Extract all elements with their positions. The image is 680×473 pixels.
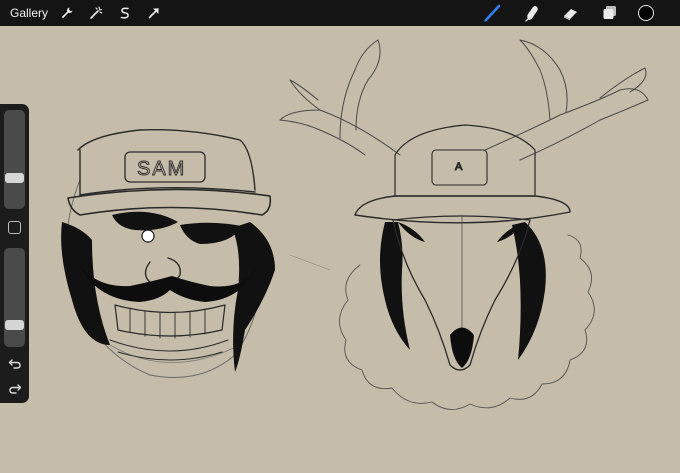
redo-icon[interactable] [6,381,23,396]
brush-icon[interactable] [482,2,504,24]
actions-group [56,2,165,24]
drawing-canvas[interactable]: SAM A [0,26,680,473]
mustache [78,258,262,302]
construction-line [289,254,331,271]
left-hair-right [232,222,275,372]
right-hat-text: A [455,161,463,173]
right-antler [484,39,649,161]
teeth-row [114,304,226,337]
opacity-slider[interactable] [4,248,25,347]
left-antler [279,39,401,156]
selection-icon[interactable] [114,2,136,24]
left-cap-brim [67,188,272,216]
gallery-button[interactable]: Gallery [10,6,48,20]
transform-arrow-icon[interactable] [143,2,165,24]
side-panel [0,104,29,403]
top-toolbar: Gallery [0,0,680,26]
left-cap-text: SAM [137,158,186,180]
skull-eye-left [398,222,425,242]
right-hair-right [512,222,546,360]
magic-wand-icon[interactable] [85,2,107,24]
tools-group [482,2,654,24]
brush-size-thumb[interactable] [5,173,24,184]
right-brow [180,222,242,244]
eraser-icon[interactable] [560,2,582,24]
fluffy-collar [339,234,595,410]
wrench-icon[interactable] [56,2,78,24]
color-picker[interactable] [638,5,654,21]
layers-icon[interactable] [599,2,621,24]
smudge-icon[interactable] [521,2,543,24]
modify-square-icon[interactable] [8,221,21,234]
left-eye [141,229,155,243]
left-brow [112,211,178,231]
right-hair-left [380,222,410,350]
opacity-thumb[interactable] [5,320,24,331]
right-hat-brim [354,195,571,224]
undo-icon[interactable] [6,356,23,371]
brush-size-slider[interactable] [4,110,25,209]
